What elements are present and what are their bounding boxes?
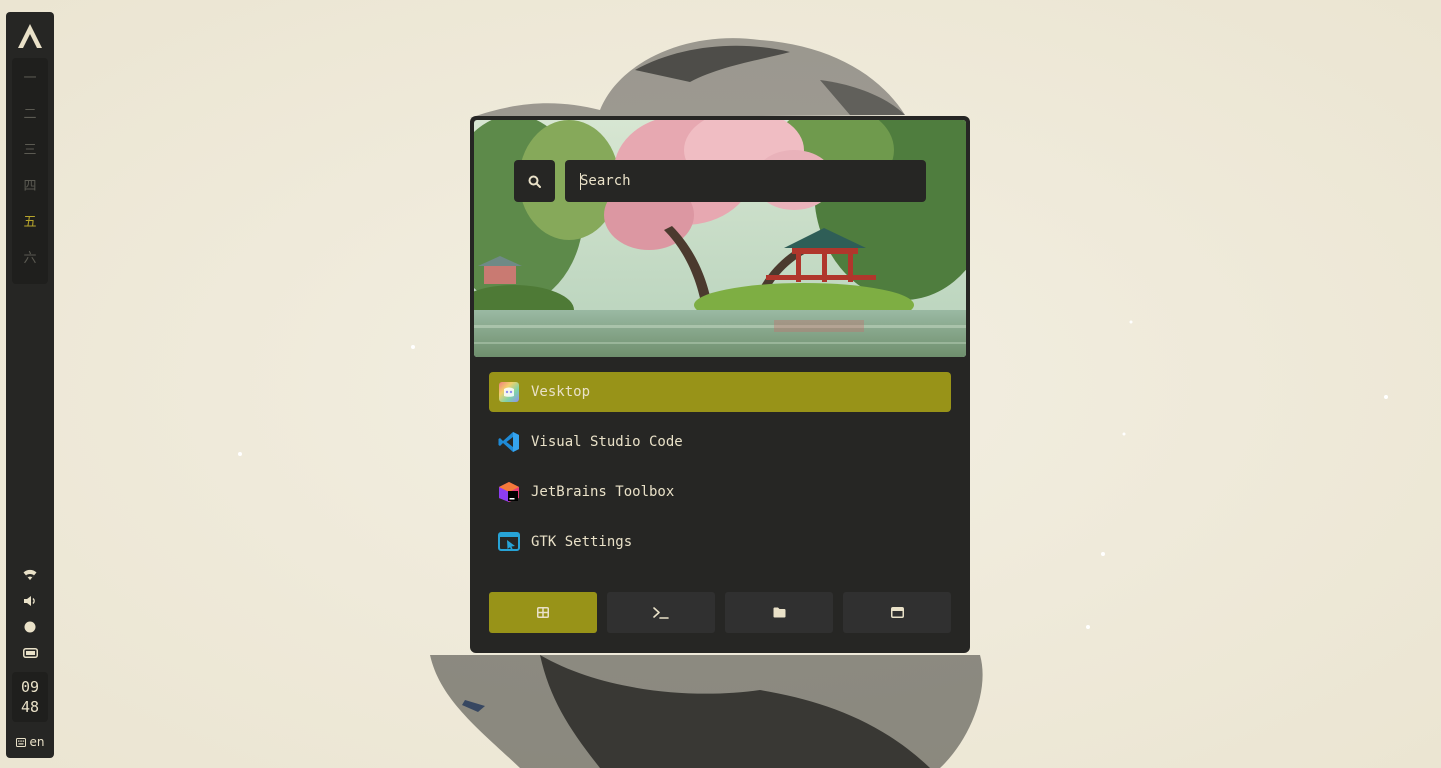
search-button[interactable] bbox=[514, 160, 555, 202]
workspace-5[interactable]: 五 bbox=[12, 202, 48, 238]
folder-icon bbox=[773, 607, 785, 618]
clock-minute: 48 bbox=[20, 698, 40, 716]
mode-terminal-button[interactable] bbox=[607, 592, 715, 633]
search-icon bbox=[528, 175, 541, 188]
jetbrains-toolbox-icon bbox=[499, 482, 519, 502]
battery-icon bbox=[22, 648, 38, 658]
volume-icon bbox=[24, 596, 35, 606]
search-input[interactable] bbox=[565, 160, 926, 202]
gtk-settings-icon bbox=[498, 532, 520, 551]
workspace-2[interactable]: 二 bbox=[12, 94, 48, 130]
wifi-icon bbox=[23, 569, 37, 580]
clock[interactable]: 09 48 bbox=[12, 672, 48, 722]
app-name: Visual Studio Code bbox=[531, 434, 683, 450]
record-status[interactable] bbox=[6, 621, 54, 633]
app-name: JetBrains Toolbox bbox=[531, 484, 675, 500]
workspace-switcher: 一 二 三 四 五 六 bbox=[12, 58, 48, 284]
clock-hour: 09 bbox=[20, 678, 40, 696]
sidebar-bar: 一 二 三 四 五 六 09 48 en bbox=[6, 12, 54, 758]
app-item-visual-studio-code[interactable]: Visual Studio Code bbox=[489, 422, 951, 462]
app-name: GTK Settings bbox=[531, 534, 633, 550]
app-results-list: Vesktop Visual Studio Code JetBrains Too… bbox=[489, 372, 951, 572]
app-item-jetbrains-toolbox[interactable]: JetBrains Toolbox bbox=[489, 472, 951, 512]
keyboard-layout-label: en bbox=[29, 735, 45, 749]
arch-logo-icon[interactable] bbox=[16, 22, 44, 50]
volume-control[interactable] bbox=[6, 595, 54, 607]
mode-files-button[interactable] bbox=[725, 592, 833, 633]
app-item-gtk-settings[interactable]: GTK Settings bbox=[489, 522, 951, 562]
workspace-6[interactable]: 六 bbox=[12, 238, 48, 274]
apps-grid-icon bbox=[537, 607, 549, 618]
app-item-vesktop[interactable]: Vesktop bbox=[489, 372, 951, 412]
workspace-3[interactable]: 三 bbox=[12, 130, 48, 166]
record-icon bbox=[24, 621, 36, 633]
workspace-1[interactable]: 一 bbox=[12, 58, 48, 94]
app-launcher: Vesktop Visual Studio Code JetBrains Too… bbox=[470, 116, 970, 653]
window-icon bbox=[890, 607, 904, 618]
mode-apps-button[interactable] bbox=[489, 592, 597, 633]
keyboard-icon bbox=[15, 737, 26, 747]
mode-windows-button[interactable] bbox=[843, 592, 951, 633]
terminal-icon bbox=[653, 606, 669, 619]
app-name: Vesktop bbox=[531, 384, 591, 400]
launcher-banner-image bbox=[474, 120, 966, 357]
workspace-4[interactable]: 四 bbox=[12, 166, 48, 202]
vesktop-icon bbox=[499, 382, 519, 402]
vscode-icon bbox=[498, 432, 519, 452]
keyboard-layout[interactable]: en bbox=[6, 734, 54, 750]
launcher-mode-tabs bbox=[489, 592, 951, 633]
wifi-status[interactable] bbox=[6, 569, 54, 581]
text-cursor bbox=[580, 173, 581, 190]
battery-status[interactable] bbox=[6, 648, 54, 658]
